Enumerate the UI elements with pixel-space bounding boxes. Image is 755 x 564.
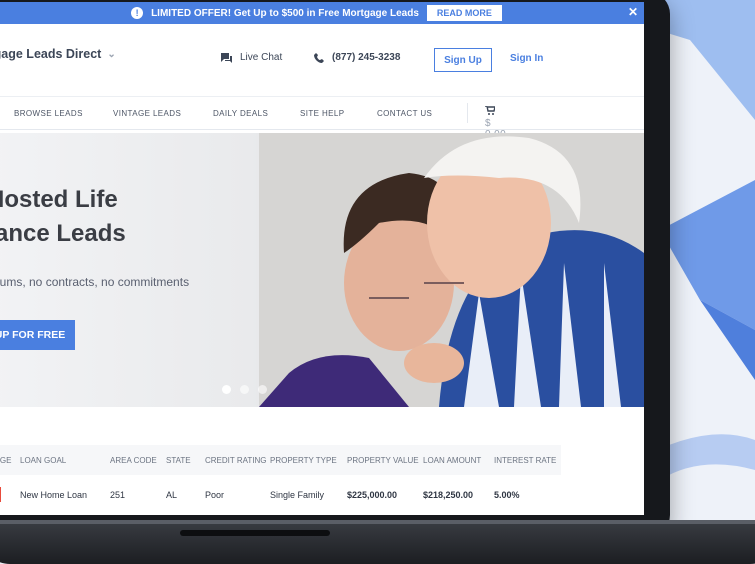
laptop-frame: ! LIMITED OFFER! Get Up to $500 in Free … — [0, 0, 670, 537]
col-loan-goal: LOAN GOAL — [20, 456, 67, 465]
hero-title-line-1: f-Hosted Life — [0, 186, 118, 213]
laptop-hinge — [0, 520, 755, 524]
col-state: STATE — [166, 456, 191, 465]
hero-subtitle: umums, no contracts, no commitments — [0, 275, 190, 289]
carousel-dot[interactable] — [240, 385, 249, 394]
nav-vintage-leads[interactable]: VINTAGE LEADS — [113, 109, 181, 118]
col-property-type: PROPERTY TYPE — [270, 456, 337, 465]
nav-divider — [467, 103, 468, 123]
chevron-down-icon: ⌄ — [107, 48, 116, 60]
table-row[interactable]: W New Home Loan 251 AL Poor Single Famil… — [0, 475, 561, 515]
site-header: ortgage Leads Direct ⌄ Live Chat (877) 2… — [0, 24, 644, 97]
cart-icon — [485, 106, 495, 115]
leads-table: D AGE LOAN GOAL AREA CODE STATE CREDIT R… — [0, 445, 561, 515]
nav-contact-us[interactable]: CONTACT US — [377, 109, 432, 118]
carousel-dot[interactable] — [222, 385, 231, 394]
hero-photo-couple — [259, 133, 644, 407]
nav-site-help[interactable]: SITE HELP — [300, 109, 345, 118]
browser-screen: ! LIMITED OFFER! Get Up to $500 in Free … — [0, 2, 644, 515]
carousel-dots — [222, 385, 267, 394]
phone-icon — [314, 52, 324, 63]
read-more-button[interactable]: READ MORE — [426, 5, 502, 21]
main-nav: BROWSE LEADS VINTAGE LEADS DAILY DEALS S… — [0, 97, 644, 140]
info-icon: ! — [131, 7, 144, 19]
col-loan-amount: LOAN AMOUNT — [423, 456, 482, 465]
col-area-code: AREA CODE — [110, 456, 157, 465]
nav-browse-leads[interactable]: BROWSE LEADS — [14, 109, 83, 118]
promo-text: LIMITED OFFER! Get Up to $500 in Free Mo… — [151, 7, 419, 19]
cell-property-type: Single Family — [270, 490, 325, 500]
cart-button[interactable]: $ 0.00 — [485, 106, 506, 140]
cell-state: AL — [166, 490, 178, 500]
hero-banner: f-Hosted Life urance Leads umums, no con… — [0, 133, 644, 407]
col-interest-rate: INTEREST RATE — [494, 456, 557, 465]
new-lead-badge: W — [0, 487, 1, 502]
live-chat-label: Live Chat — [240, 52, 283, 63]
table-header: D AGE LOAN GOAL AREA CODE STATE CREDIT R… — [0, 445, 561, 475]
brand-logo[interactable]: ortgage Leads Direct ⌄ — [0, 47, 116, 61]
live-chat-link[interactable]: Live Chat — [221, 52, 282, 63]
cell-interest-rate: 5.00% — [494, 490, 520, 500]
sign-in-link[interactable]: Sign In — [510, 53, 543, 64]
col-property-value: PROPERTY VALUE — [347, 456, 419, 465]
sign-up-button[interactable]: Sign Up — [434, 48, 492, 72]
close-icon[interactable]: ✕ — [628, 5, 638, 19]
cell-area-code: 251 — [110, 490, 126, 500]
cell-property-value: $225,000.00 — [347, 490, 398, 500]
sign-up-for-free-button[interactable]: UP FOR FREE — [0, 320, 75, 350]
cell-loan-amount: $218,250.00 — [423, 490, 474, 500]
col-credit-rating: CREDIT RATING — [205, 456, 267, 465]
phone-link[interactable]: (877) 245-3238 — [314, 52, 400, 63]
hero-title: f-Hosted Life urance Leads — [0, 183, 126, 251]
nav-daily-deals[interactable]: DAILY DEALS — [213, 109, 268, 118]
brand-name: ortgage Leads Direct — [0, 47, 102, 61]
phone-number: (877) 245-3238 — [332, 52, 401, 63]
cell-loan-goal: New Home Loan — [20, 490, 88, 500]
promo-banner: ! LIMITED OFFER! Get Up to $500 in Free … — [0, 2, 644, 24]
col-lead-age: D AGE — [0, 456, 12, 465]
cell-credit-rating: Poor — [205, 490, 225, 500]
laptop-notch — [180, 530, 330, 536]
chat-icon — [221, 52, 232, 63]
laptop-base — [0, 520, 755, 564]
hero-title-line-2: urance Leads — [0, 220, 126, 247]
carousel-dot[interactable] — [258, 385, 267, 394]
